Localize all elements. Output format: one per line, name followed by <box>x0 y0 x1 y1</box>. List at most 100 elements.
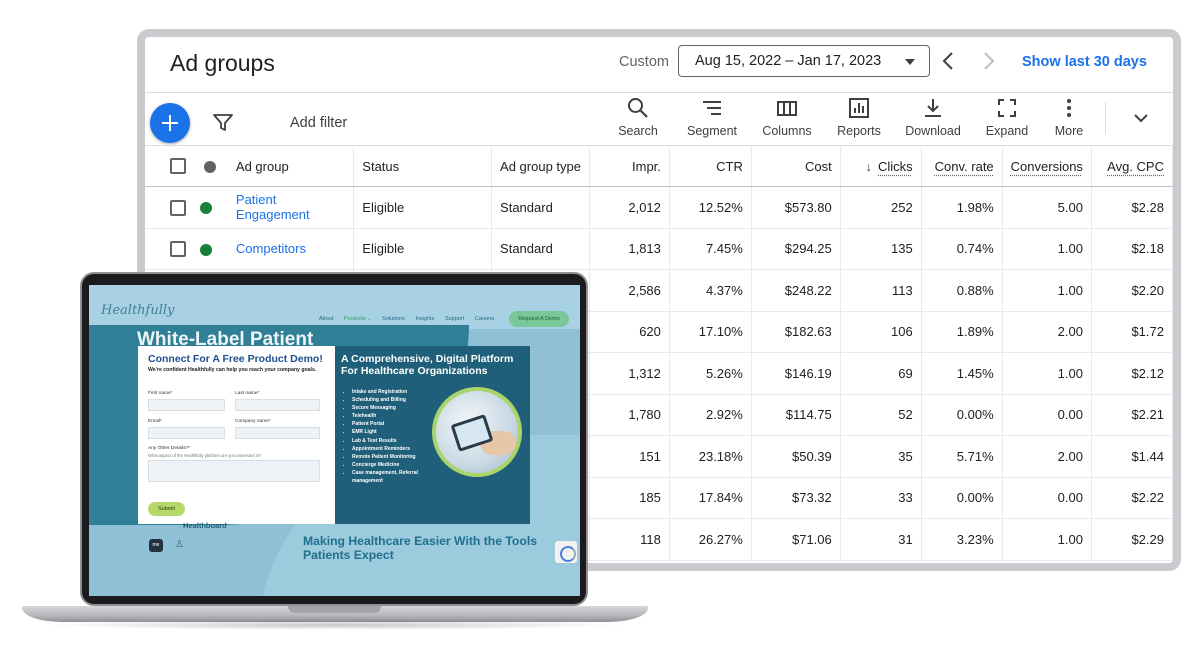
ctr-cell: 17.10% <box>669 311 752 353</box>
person-icon: ♙ <box>175 539 184 550</box>
impressions-cell: 185 <box>589 477 670 519</box>
search-tool-button[interactable]: Search <box>602 97 674 143</box>
status-cell: Eligible <box>353 228 493 270</box>
avg-cpc-cell: $2.22 <box>1091 477 1173 519</box>
add-button[interactable] <box>150 103 190 143</box>
demo-form-card: Connect For A Free Product Demo! We're c… <box>138 346 335 524</box>
col-header-clicks[interactable]: ↓ Clicks <box>840 145 922 187</box>
ad-group-cell: Patient Engagement <box>227 186 355 229</box>
expand-icon <box>998 99 1016 117</box>
status-dot <box>191 186 228 229</box>
download-icon <box>925 99 941 117</box>
impressions-cell: 118 <box>589 518 670 561</box>
submit-button[interactable]: Submit <box>148 502 185 516</box>
previous-period-icon[interactable] <box>942 51 954 75</box>
segment-tool-button[interactable]: Segment <box>676 97 748 143</box>
feature-item: Lab & Test Results <box>352 437 432 445</box>
company-field[interactable] <box>235 427 320 439</box>
reports-tool-button[interactable]: Reports <box>823 97 895 143</box>
add-filter-button[interactable]: Add filter <box>290 115 347 131</box>
cost-cell: $573.80 <box>751 186 841 229</box>
show-last-30-days-link[interactable]: Show last 30 days <box>1022 54 1147 70</box>
ad-group-link[interactable]: Competitors <box>236 241 306 256</box>
conv-rate-cell: 1.98% <box>921 186 1003 229</box>
other-details-hint: What aspect of the Healthfully platform … <box>148 453 262 458</box>
avg-cpc-cell: $2.21 <box>1091 394 1173 436</box>
col-header-status[interactable]: Status <box>353 145 493 187</box>
conversions-cell: 2.00 <box>1002 435 1092 478</box>
site-nav-careers[interactable]: Careers <box>475 316 495 322</box>
site-logo[interactable]: Healthfully <box>101 303 174 318</box>
impressions-cell: 151 <box>589 435 670 478</box>
impressions-cell: 620 <box>589 311 670 353</box>
filter-icon[interactable] <box>213 114 233 137</box>
row-checkbox[interactable] <box>145 186 192 229</box>
avg-cpc-cell: $2.28 <box>1091 186 1173 229</box>
avg-cpc-cell: $2.12 <box>1091 352 1173 395</box>
laptop-shadow <box>40 620 630 630</box>
col-header-avg-cpc[interactable]: Avg. CPC <box>1091 145 1173 187</box>
next-period-icon[interactable] <box>983 51 995 75</box>
tablet-photo <box>432 387 522 477</box>
ctr-cell: 17.84% <box>669 477 752 519</box>
table-row[interactable]: Competitors Eligible Standard 1,813 7.45% $29… <box>145 228 1173 270</box>
columns-tool-button[interactable]: Columns <box>751 97 823 143</box>
impressions-cell: 2,012 <box>589 186 670 229</box>
chevron-down-icon[interactable] <box>1133 110 1149 128</box>
company-label: Company name* <box>235 419 271 424</box>
col-header-ad-group[interactable]: Ad group <box>227 145 355 187</box>
cost-cell: $50.39 <box>751 435 841 478</box>
site-navbar: Healthfully About Products ⌄ Solutions I… <box>89 285 580 329</box>
col-header-impressions[interactable]: Impr. <box>589 145 670 187</box>
clicks-cell: 106 <box>840 311 922 353</box>
feature-item: Remote Patient Monitoring <box>352 453 432 461</box>
download-tool-button[interactable]: Download <box>897 97 969 143</box>
ctr-cell: 2.92% <box>669 394 752 436</box>
site-nav-insights[interactable]: Insights <box>415 316 434 322</box>
email-field[interactable] <box>148 427 225 439</box>
date-range-select[interactable]: Aug 15, 2022 – Jan 17, 2023 <box>678 45 930 77</box>
select-all-checkbox[interactable] <box>145 145 192 187</box>
conversions-cell: 1.00 <box>1002 228 1092 270</box>
clicks-cell: 135 <box>840 228 922 270</box>
col-header-ctr[interactable]: CTR <box>669 145 752 187</box>
conv-rate-cell: 0.88% <box>921 269 1003 312</box>
laptop-screen: Healthfully About Products ⌄ Solutions I… <box>89 285 580 596</box>
ad-group-link[interactable]: Patient Engagement <box>236 192 345 222</box>
caret-down-icon <box>905 59 915 65</box>
avg-cpc-cell: $2.29 <box>1091 518 1173 561</box>
more-tool-label: More <box>1054 124 1084 138</box>
col-header-cost[interactable]: Cost <box>751 145 841 187</box>
site-nav-about[interactable]: About <box>319 316 333 322</box>
conv-rate-cell: 3.23% <box>921 518 1003 561</box>
other-details-field[interactable] <box>148 460 320 482</box>
clicks-cell: 33 <box>840 477 922 519</box>
site-nav-solutions[interactable]: Solutions <box>382 316 405 322</box>
col-header-ad-group-type[interactable]: Ad group type <box>491 145 591 187</box>
segment-tool-label: Segment <box>686 124 738 138</box>
ctr-cell: 23.18% <box>669 435 752 478</box>
more-tool-button[interactable]: More <box>1033 97 1105 143</box>
col-header-conversions[interactable]: Conversions <box>1002 145 1092 187</box>
clicks-cell: 31 <box>840 518 922 561</box>
col-header-conv-rate[interactable]: Conv. rate <box>921 145 1003 187</box>
ctr-cell: 7.45% <box>669 228 752 270</box>
table-row[interactable]: Patient Engagement Eligible Standard 2,012 1… <box>145 186 1173 229</box>
feature-item: Scheduling and Billing <box>352 396 432 404</box>
laptop-notch <box>288 606 381 613</box>
search-icon <box>628 98 648 118</box>
first-name-field[interactable] <box>148 399 225 411</box>
site-nav-products[interactable]: Products ⌄ <box>344 316 372 322</box>
last-name-field[interactable] <box>235 399 320 411</box>
site-nav-support[interactable]: Support <box>445 316 464 322</box>
avg-cpc-cell: $2.18 <box>1091 228 1173 270</box>
clicks-cell: 69 <box>840 352 922 395</box>
demo-form-title: Connect For A Free Product Demo! <box>148 353 323 365</box>
row-checkbox[interactable] <box>145 228 192 270</box>
platform-info-card: A Comprehensive, Digital Platform For He… <box>335 346 530 524</box>
conv-rate-cell: 0.00% <box>921 477 1003 519</box>
request-demo-button[interactable]: Request A Demo <box>509 311 569 327</box>
columns-icon <box>777 101 797 116</box>
conv-rate-cell: 1.89% <box>921 311 1003 353</box>
conversions-cell: 0.00 <box>1002 477 1092 519</box>
